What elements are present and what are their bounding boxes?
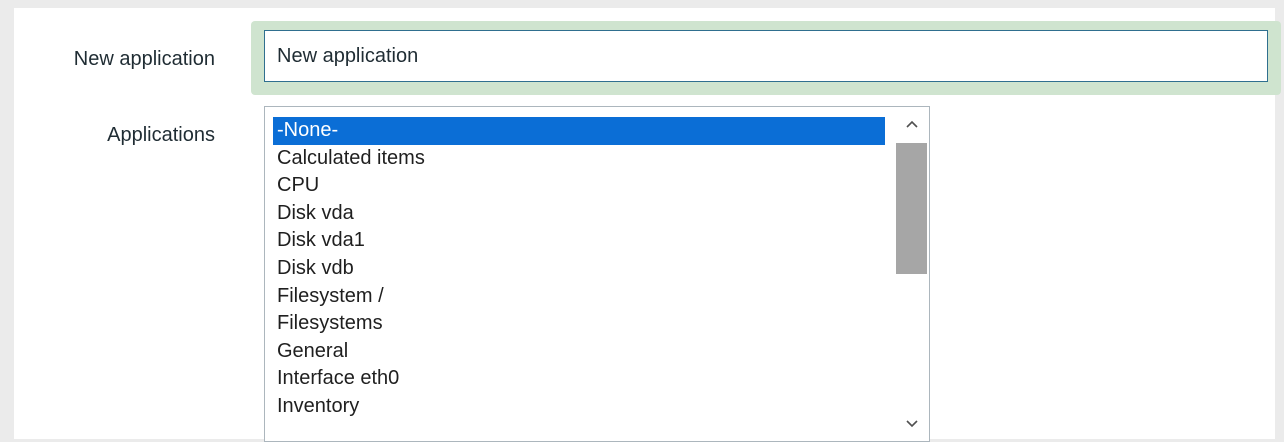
- list-option[interactable]: Disk vdb: [273, 255, 885, 283]
- scroll-thumb[interactable]: [896, 143, 927, 274]
- scroll-track[interactable]: [896, 143, 927, 405]
- list-option[interactable]: Filesystem /: [273, 283, 885, 311]
- applications-options: -None- Calculated items CPU Disk vda Dis…: [273, 117, 885, 421]
- list-option[interactable]: General: [273, 338, 885, 366]
- list-option[interactable]: -None-: [273, 117, 885, 145]
- list-option[interactable]: CPU: [273, 172, 885, 200]
- list-option[interactable]: Calculated items: [273, 145, 885, 173]
- form-panel: New application Applications -None- Calc…: [14, 8, 1281, 442]
- new-application-label: New application: [73, 48, 215, 70]
- listbox-scrollbar[interactable]: [894, 107, 929, 441]
- list-option[interactable]: Filesystems: [273, 310, 885, 338]
- applications-label: Applications: [107, 124, 215, 146]
- list-option[interactable]: Inventory: [273, 393, 885, 421]
- new-application-input[interactable]: [264, 30, 1268, 82]
- applications-listbox[interactable]: -None- Calculated items CPU Disk vda Dis…: [264, 106, 930, 442]
- chevron-down-icon[interactable]: [894, 409, 929, 439]
- chevron-up-icon[interactable]: [894, 109, 929, 139]
- list-option[interactable]: Disk vda: [273, 200, 885, 228]
- list-option[interactable]: Disk vda1: [273, 227, 885, 255]
- list-option[interactable]: Interface eth0: [273, 365, 885, 393]
